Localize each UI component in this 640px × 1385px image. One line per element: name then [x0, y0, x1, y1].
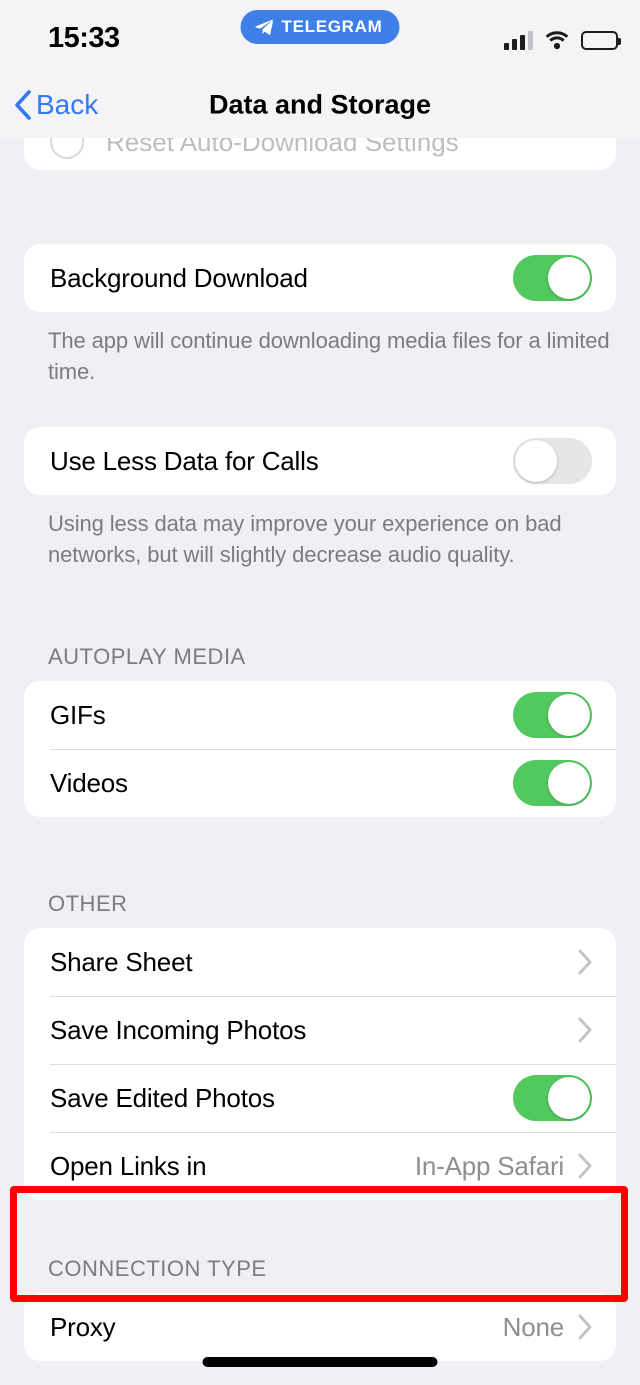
- row-gifs[interactable]: GIFs: [24, 681, 616, 749]
- navigation-bar: Back Data and Storage: [0, 72, 640, 138]
- row-open-links-in[interactable]: Open Links in In-App Safari: [24, 1132, 616, 1200]
- reset-auto-download-card: Reset Auto-Download Settings: [24, 138, 616, 170]
- footnote-background-download: The app will continue downloading media …: [48, 328, 610, 384]
- row-label-reset-auto-download: Reset Auto-Download Settings: [106, 138, 459, 157]
- autoplay-media-card: GIFs Videos: [24, 681, 616, 817]
- back-button[interactable]: Back: [14, 89, 98, 121]
- chevron-right-icon: [578, 1314, 592, 1340]
- row-label-videos: Videos: [50, 767, 128, 798]
- status-bar-time: 15:33: [48, 22, 120, 54]
- home-indicator: [202, 1357, 438, 1367]
- row-label-share-sheet: Share Sheet: [50, 946, 193, 977]
- row-value-open-links-in: In-App Safari: [414, 1150, 564, 1181]
- row-videos[interactable]: Videos: [24, 749, 616, 817]
- telegram-app-badge-label: TELEGRAM: [281, 17, 383, 36]
- cellular-signal-icon: [504, 30, 533, 50]
- paper-plane-icon: [255, 19, 273, 35]
- status-bar: 15:33 TELEGRAM: [0, 0, 640, 72]
- row-save-incoming-photos[interactable]: Save Incoming Photos: [24, 996, 616, 1064]
- row-label-gifs: GIFs: [50, 699, 106, 730]
- row-label-use-less-data-for-calls: Use Less Data for Calls: [50, 445, 319, 476]
- row-proxy[interactable]: Proxy None: [24, 1293, 616, 1361]
- row-label-save-edited-photos: Save Edited Photos: [50, 1082, 275, 1113]
- telegram-app-badge[interactable]: TELEGRAM: [240, 10, 400, 44]
- row-reset-auto-download[interactable]: Reset Auto-Download Settings: [24, 138, 616, 170]
- chevron-right-icon: [578, 949, 592, 975]
- toggle-save-edited-photos[interactable]: [513, 1075, 592, 1121]
- section-header-connection-type: CONNECTION TYPE: [48, 1256, 267, 1281]
- back-button-label: Back: [36, 89, 99, 120]
- row-label-open-links-in: Open Links in: [50, 1150, 207, 1181]
- chevron-right-icon: [578, 1017, 592, 1043]
- footnote-use-less-data: Using less data may improve your experie…: [48, 511, 562, 567]
- section-header-other: OTHER: [48, 891, 128, 916]
- chevron-left-icon: [15, 90, 31, 120]
- other-card: Share Sheet Save Incoming Photos Save Ed…: [24, 928, 616, 1200]
- use-less-data-card: Use Less Data for Calls: [24, 427, 616, 495]
- row-background-download[interactable]: Background Download: [24, 244, 616, 312]
- row-label-background-download: Background Download: [50, 262, 308, 293]
- battery-icon: [581, 31, 621, 50]
- row-label-proxy: Proxy: [50, 1311, 116, 1342]
- toggle-background-download[interactable]: [513, 255, 592, 301]
- toggle-gifs[interactable]: [513, 692, 592, 738]
- chevron-right-icon: [578, 1153, 592, 1179]
- circle-icon: [50, 138, 84, 159]
- section-header-autoplay-media: AUTOPLAY MEDIA: [48, 644, 246, 669]
- connection-type-card: Proxy None: [24, 1293, 616, 1361]
- toggle-use-less-data-for-calls[interactable]: [513, 438, 592, 484]
- page-title: Data and Storage: [208, 89, 432, 120]
- row-share-sheet[interactable]: Share Sheet: [24, 928, 616, 996]
- row-label-save-incoming-photos: Save Incoming Photos: [50, 1014, 307, 1045]
- toggle-videos[interactable]: [513, 760, 592, 806]
- row-value-proxy: None: [502, 1311, 565, 1342]
- row-save-edited-photos[interactable]: Save Edited Photos: [24, 1064, 616, 1132]
- status-bar-icons: [504, 24, 621, 50]
- settings-scroll-view[interactable]: Reset Auto-Download Settings Background …: [0, 138, 640, 1385]
- wifi-icon: [545, 31, 569, 50]
- row-use-less-data-for-calls[interactable]: Use Less Data for Calls: [24, 427, 616, 495]
- background-download-card: Background Download: [24, 244, 616, 312]
